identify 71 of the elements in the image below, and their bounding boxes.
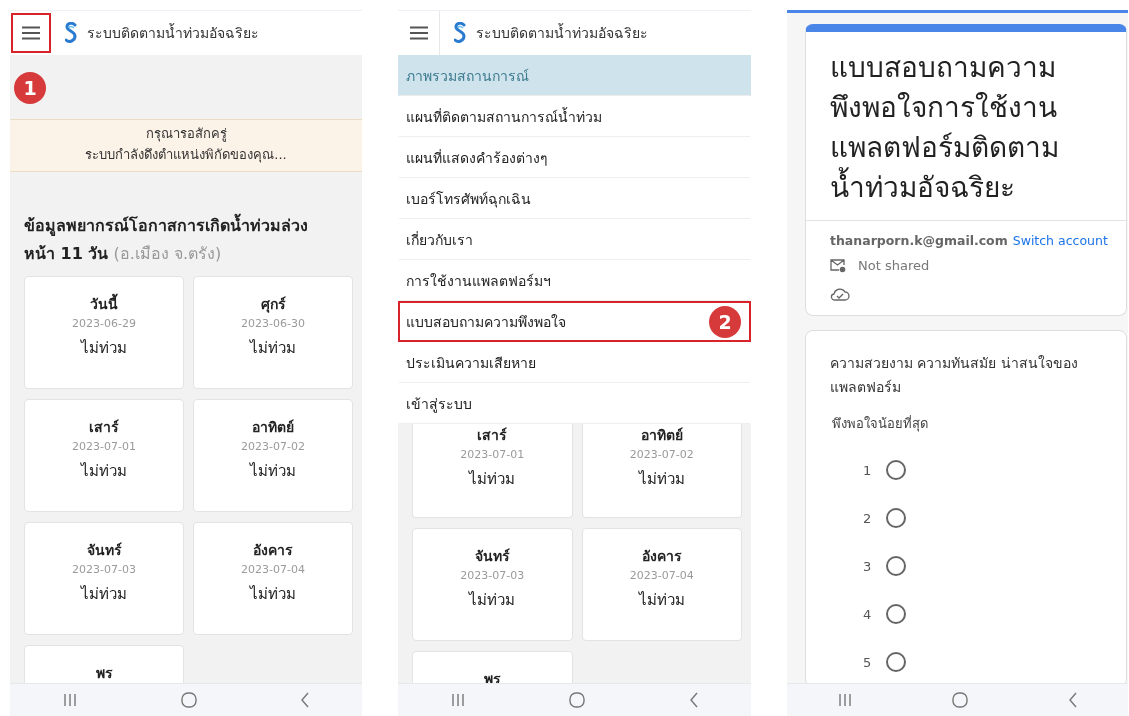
date-label: 2023-07-04 <box>629 568 694 584</box>
recent-apps-icon[interactable] <box>836 693 853 707</box>
option-number: 1 <box>863 462 873 478</box>
menu-item[interactable]: ภาพรวมสถานการณ์ <box>398 55 751 96</box>
question-text: ความสวยงาม ความทันสมัย น่าสนใจของแพลตฟอร์ม <box>830 354 1079 397</box>
forecast-heading: ข้อมูลพยากรณ์โอกาสการเกิดน้ำท่วมล่วงหน้า 11 วัน (อ.เมือง จ.ตรัง) <box>10 172 362 276</box>
day-label: อังคาร <box>641 547 682 566</box>
logo-icon <box>454 22 466 44</box>
day-label: อังคาร <box>253 541 293 560</box>
flood-status: ไม่ท่วม <box>81 338 127 359</box>
menu-button[interactable] <box>11 13 51 53</box>
home-icon[interactable] <box>181 692 197 708</box>
notice-banner: กรุณารอสักครู่ ระบบกำลังดึงตำแหน่งพิกัดของคุณ... <box>10 119 362 172</box>
date-label: 2023-07-03 <box>460 568 525 584</box>
flood-status: ไม่ท่วม <box>81 461 127 482</box>
back-icon[interactable] <box>689 692 700 708</box>
flood-status: ไม่ท่วม <box>638 469 685 490</box>
app-title: ระบบติดตามน้ำท่วมอัจฉริยะ <box>476 22 648 43</box>
date-label: 2023-07-03 <box>72 562 136 578</box>
radio-button[interactable] <box>886 652 906 672</box>
date-label: 2023-07-01 <box>72 439 136 455</box>
home-icon[interactable] <box>952 692 969 708</box>
step-badge: 2 <box>709 305 741 338</box>
option-number: 5 <box>863 654 873 670</box>
flood-status: ไม่ท่วม <box>250 584 296 605</box>
recent-apps-icon[interactable] <box>449 693 466 707</box>
flood-status: ไม่ท่วม <box>250 338 296 359</box>
radio-button[interactable] <box>886 556 906 576</box>
menu-icon <box>22 26 40 40</box>
flood-status: ไม่ท่วม <box>469 590 516 611</box>
day-label: เสาร์ <box>477 426 508 445</box>
date-label: 2023-07-01 <box>460 447 525 463</box>
scale-label: พึงพอใจน้อยที่สุด <box>832 414 929 434</box>
day-label: พร <box>95 664 113 683</box>
recent-apps-icon[interactable] <box>61 693 78 707</box>
home-icon[interactable] <box>569 692 586 708</box>
date-label: 2023-06-29 <box>72 316 136 332</box>
cloud-check-icon <box>830 287 850 301</box>
form-title: แบบสอบถามความพึงพอใจการใช้งานแพลตฟอร์มติดตามน้ำท่วมอัจฉริยะ <box>806 32 1126 221</box>
date-label: 2023-07-02 <box>629 447 694 463</box>
step-badge: 1 <box>14 72 46 104</box>
date-label: 2023-06-30 <box>241 316 305 332</box>
flood-status: ไม่ท่วม <box>81 584 127 605</box>
menu-item[interactable]: แบบสอบถามความพึงพอใจ 2 <box>398 301 751 342</box>
option-number: 2 <box>863 510 873 526</box>
date-label: 2023-07-04 <box>241 562 305 578</box>
switch-account-link[interactable]: Switch account <box>1012 233 1108 248</box>
sharing-status: Not shared <box>858 258 930 273</box>
option-number: 3 <box>863 558 873 574</box>
account-email: thanarporn.k@gmail.com <box>830 233 1008 248</box>
logo-icon <box>65 22 77 44</box>
day-label: วันนี้ <box>90 293 118 315</box>
date-label: 2023-07-02 <box>241 439 305 455</box>
flood-status: ไม่ท่วม <box>250 461 296 482</box>
radio-button[interactable] <box>886 508 906 528</box>
day-label: จันทร์ <box>474 547 510 566</box>
day-label: เสาร์ <box>89 418 119 437</box>
radio-button[interactable] <box>886 604 906 624</box>
day-label: อาทิตย์ <box>252 418 294 437</box>
flood-status: ไม่ท่วม <box>638 590 685 611</box>
radio-button[interactable] <box>886 460 906 480</box>
day-label: จันทร์ <box>86 541 122 560</box>
back-icon[interactable] <box>1068 692 1079 708</box>
menu-icon <box>410 26 428 40</box>
option-number: 4 <box>863 606 873 622</box>
app-title: ระบบติดตามน้ำท่วมอัจฉริยะ <box>87 22 259 43</box>
back-icon[interactable] <box>300 692 311 708</box>
day-label: ศุกร์ <box>260 295 286 315</box>
envelope-icon <box>830 258 846 273</box>
flood-status: ไม่ท่วม <box>469 469 516 490</box>
day-label: อาทิตย์ <box>640 426 683 445</box>
